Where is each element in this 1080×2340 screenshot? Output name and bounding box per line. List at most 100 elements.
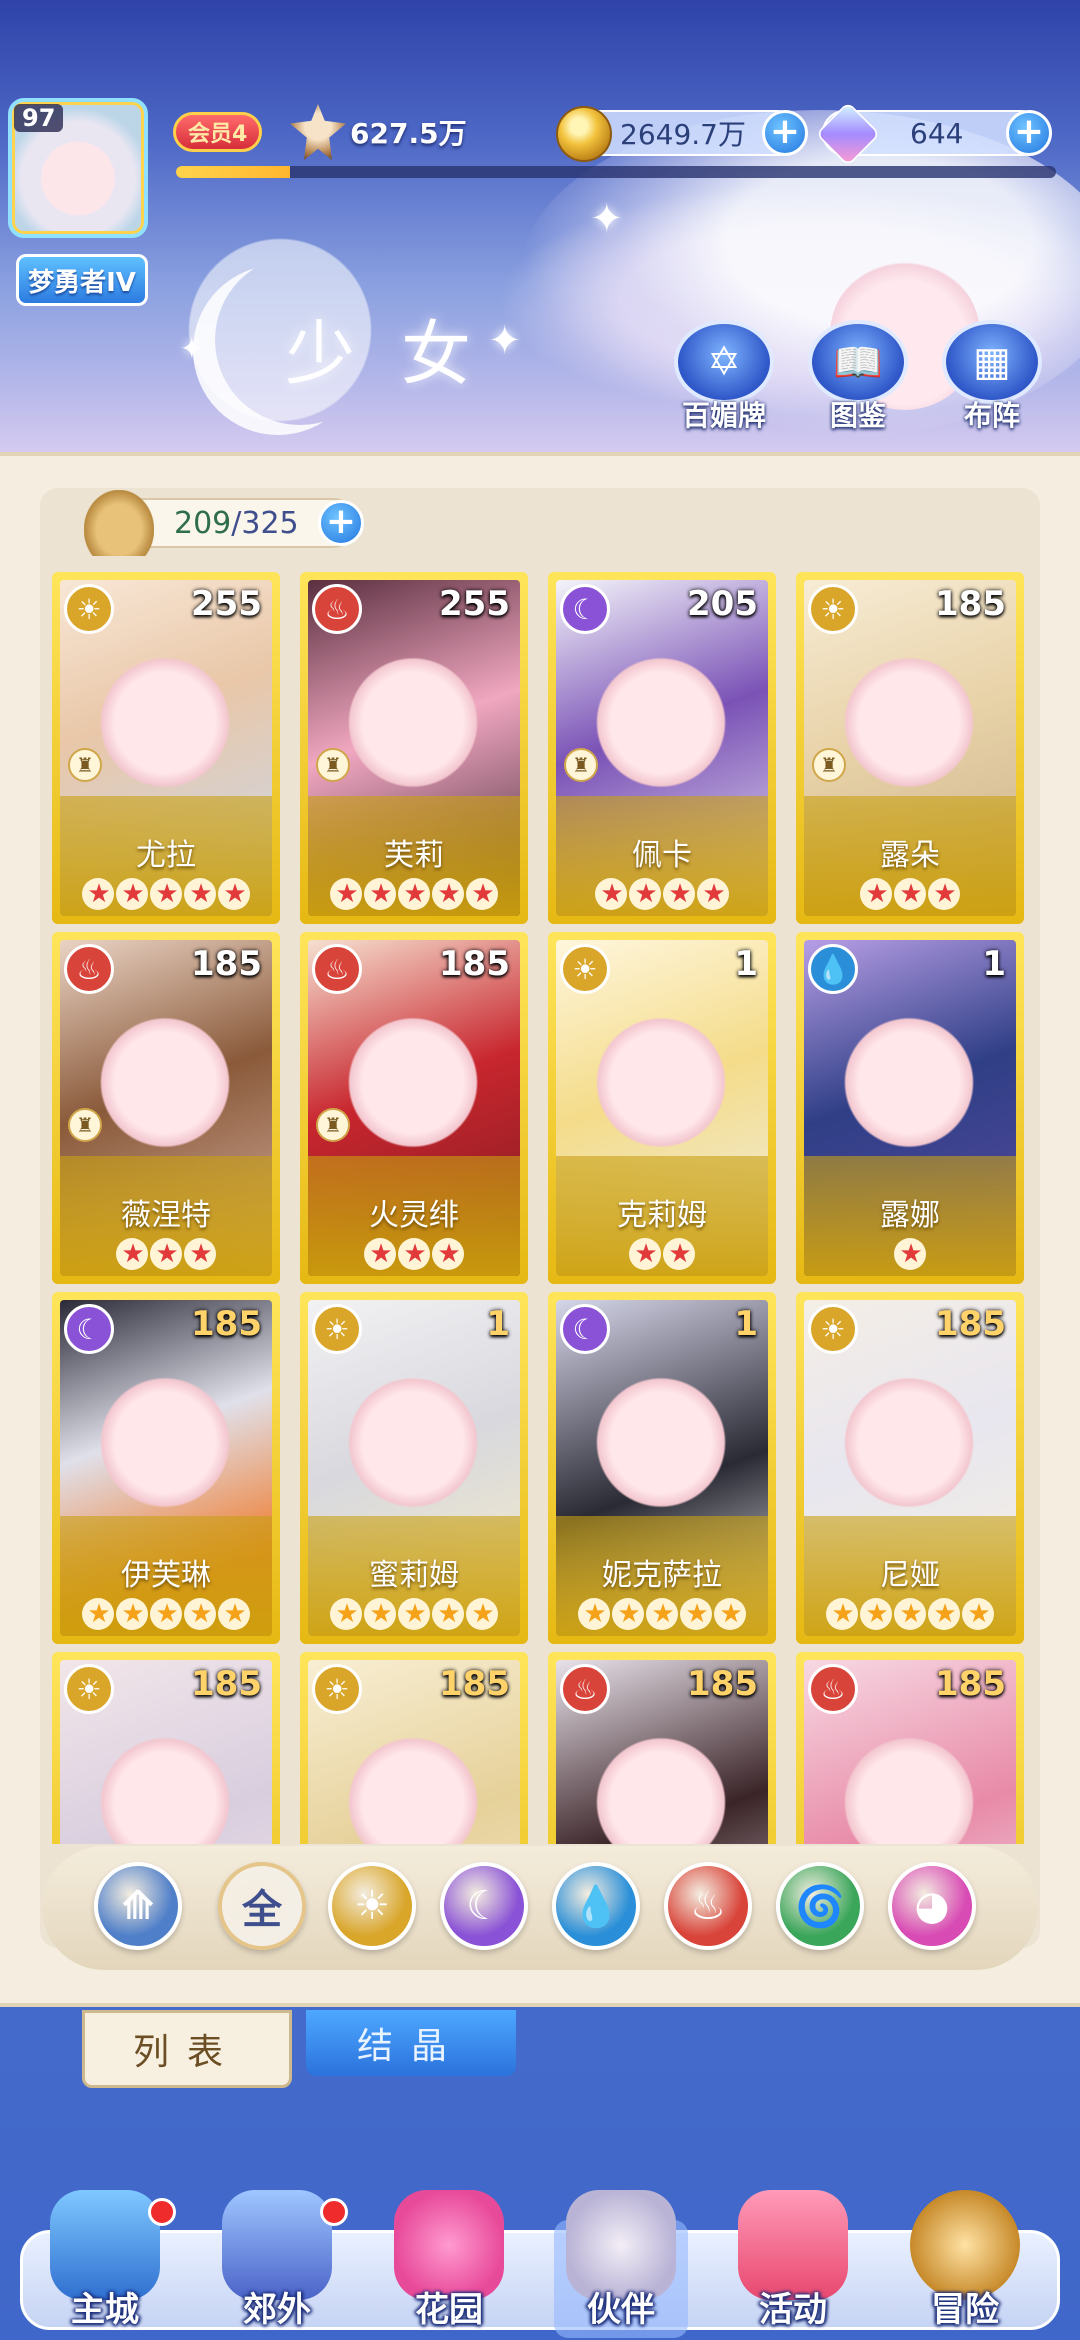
notification-dot <box>320 2198 348 2226</box>
light-element-icon: ☀ <box>64 1664 114 1714</box>
star-icon: ★ <box>364 1238 396 1270</box>
gem-counter: 644 + <box>815 101 1052 167</box>
character-card[interactable]: ♨ 255 ♜ 芙莉 ★ ★ ★ ★ ★ <box>300 572 528 924</box>
character-card[interactable]: ☀ 185 尼娅 ★ ★ ★ ★ ★ <box>796 1292 1024 1644</box>
star-rating: ★ ★ ★ ★ ★ <box>308 1595 520 1630</box>
nav-label: 花园 <box>415 2290 483 2330</box>
character-level: 185 <box>439 944 510 984</box>
character-card[interactable]: ♨ 185 ♜ 火灵绯 ★ ★ ★ <box>300 932 528 1284</box>
character-card[interactable]: ☾ 185 伊芙琳 ★ ★ ★ ★ ★ <box>52 1292 280 1644</box>
character-level: 255 <box>439 584 510 624</box>
character-card[interactable]: ☀ 185 <box>52 1652 280 1844</box>
character-card[interactable]: ☀ 1 蜜莉姆 ★ ★ ★ ★ ★ <box>300 1292 528 1644</box>
filter-water-button[interactable]: 💧 <box>552 1862 640 1950</box>
character-name: 薇涅特 <box>121 1198 211 1233</box>
character-level: 1 <box>734 944 758 984</box>
nav-label: 伙伴 <box>587 2290 655 2330</box>
light-element-icon: ☀ <box>312 1664 362 1714</box>
character-face <box>844 1000 974 1150</box>
star-icon: ★ <box>364 1598 396 1630</box>
character-level: 255 <box>191 584 262 624</box>
character-card[interactable]: ☾ 1 妮克萨拉 ★ ★ ★ ★ ★ <box>548 1292 776 1644</box>
add-coins-button[interactable]: + <box>762 110 808 156</box>
nav-partner-button[interactable]: 伙伴 <box>536 2190 706 2340</box>
character-name: 蜜莉姆 <box>369 1558 459 1593</box>
filter-charm-button[interactable]: ◕ <box>888 1862 976 1950</box>
filter-light-button[interactable]: ☀ <box>328 1862 416 1950</box>
player-avatar[interactable]: 97 <box>8 98 156 246</box>
filter-fire-button[interactable]: ♨ <box>664 1862 752 1950</box>
star-icon: ★ <box>432 878 464 910</box>
filter-wind-button[interactable]: ⟰ <box>94 1862 182 1950</box>
character-card[interactable]: ☀ 185 <box>300 1652 528 1844</box>
character-name: 伊芙琳 <box>121 1558 211 1593</box>
codex-button[interactable]: 📖 图鉴 <box>798 320 918 434</box>
nature-element-icon: 🌀 <box>795 1883 845 1930</box>
nav-heart-button[interactable]: 花园 <box>364 2190 534 2340</box>
nav-gift-button[interactable]: 活动 <box>708 2190 878 2340</box>
formation-button[interactable]: ▦ 布阵 <box>932 320 1052 434</box>
vip-badge[interactable]: 会员4 <box>173 112 263 152</box>
character-card[interactable]: 💧 1 露娜 ★ <box>796 932 1024 1284</box>
star-icon: ★ <box>432 1238 464 1270</box>
star-icon: ★ <box>218 1598 250 1630</box>
character-card[interactable]: ☀ 1 克莉姆 ★ ★ <box>548 932 776 1284</box>
nav-compass-button[interactable]: 冒险 <box>880 2190 1050 2340</box>
character-portrait: ☀ 185 <box>60 1660 272 1844</box>
character-portrait: 💧 1 露娜 ★ <box>804 940 1016 1276</box>
star-rating: ★ ★ ★ <box>804 875 1016 910</box>
badge-cards-button[interactable]: ✡ 百媚牌 <box>664 320 784 434</box>
header-banner: ✦ ✦ ✦ <box>0 0 1080 460</box>
character-face <box>844 1720 974 1844</box>
star-icon: ★ <box>398 1598 430 1630</box>
character-card[interactable]: ☾ 205 ♜ 佩卡 ★ ★ ★ ★ <box>548 572 776 924</box>
moon-element-icon: ☾ <box>560 584 610 634</box>
tab-list[interactable]: 列表 <box>82 2010 292 2088</box>
wind-element-icon: ⟰ <box>121 1883 155 1929</box>
star-icon: ★ <box>714 1598 746 1630</box>
add-gems-button[interactable]: + <box>1006 110 1052 156</box>
badge-icon: ✡ <box>674 320 774 404</box>
water-element-icon: 💧 <box>808 944 858 994</box>
tab-crystal[interactable]: 结晶 <box>306 2010 516 2076</box>
character-face <box>100 1000 230 1150</box>
character-card[interactable]: ♨ 185 <box>796 1652 1024 1844</box>
character-card[interactable]: ☀ 255 ♜ 尤拉 ★ ★ ★ ★ ★ <box>52 572 280 924</box>
sparkle-icon: ✦ <box>180 332 204 365</box>
character-face <box>596 1000 726 1150</box>
grid-icon: ▦ <box>942 320 1042 404</box>
nav-castle-button[interactable]: 主城 <box>20 2190 190 2340</box>
character-level: 185 <box>935 1304 1006 1344</box>
charm-element-icon: ◕ <box>914 1883 950 1929</box>
character-card[interactable]: ♨ 185 ♜ 薇涅特 ★ ★ ★ <box>52 932 280 1284</box>
xp-bar <box>176 166 1056 178</box>
star-icon: ★ <box>150 1238 182 1270</box>
character-portrait: ☀ 185 尼娅 ★ ★ ★ ★ ★ <box>804 1300 1016 1636</box>
character-card[interactable]: ☀ 185 ♜ 露朵 ★ ★ ★ <box>796 572 1024 924</box>
star-icon: ★ <box>612 1598 644 1630</box>
star-rating: ★ ★ ★ <box>60 1235 272 1270</box>
filter-all-button[interactable]: 全 <box>218 1862 306 1950</box>
star-rating: ★ ★ ★ <box>308 1235 520 1270</box>
character-face <box>348 640 478 790</box>
character-name: 尼娅 <box>880 1558 940 1593</box>
character-name: 露娜 <box>880 1198 940 1233</box>
filter-nature-button[interactable]: 🌀 <box>776 1862 864 1950</box>
star-icon: ★ <box>595 878 627 910</box>
fire-element-icon: ♨ <box>312 944 362 994</box>
character-level: 185 <box>935 584 1006 624</box>
nav-portal-button[interactable]: 郊外 <box>192 2190 362 2340</box>
star-rating: ★ ★ ★ ★ ★ <box>556 1595 768 1630</box>
character-face <box>596 1360 726 1510</box>
star-icon: ★ <box>398 1238 430 1270</box>
expand-roster-button[interactable]: + <box>318 500 364 546</box>
filter-moon-button[interactable]: ☾ <box>440 1862 528 1950</box>
character-portrait: ☀ 1 克莉姆 ★ ★ <box>556 940 768 1276</box>
character-name: 尤拉 <box>136 838 196 873</box>
role-icon: ♜ <box>316 1108 350 1142</box>
character-face <box>596 1720 726 1844</box>
roster-owned: 209 <box>174 505 232 541</box>
star-icon: ★ <box>330 878 362 910</box>
character-card[interactable]: ♨ 185 <box>548 1652 776 1844</box>
character-grid: ☀ 255 ♜ 尤拉 ★ ★ ★ ★ ★ ♨ 255 ♜ 芙莉 ★ ★ ★ ★ ★ ☾ 205 ♜ 佩卡 ★ ★ ★ ★ ☀ 185 ♜… <box>52 572 1032 1844</box>
